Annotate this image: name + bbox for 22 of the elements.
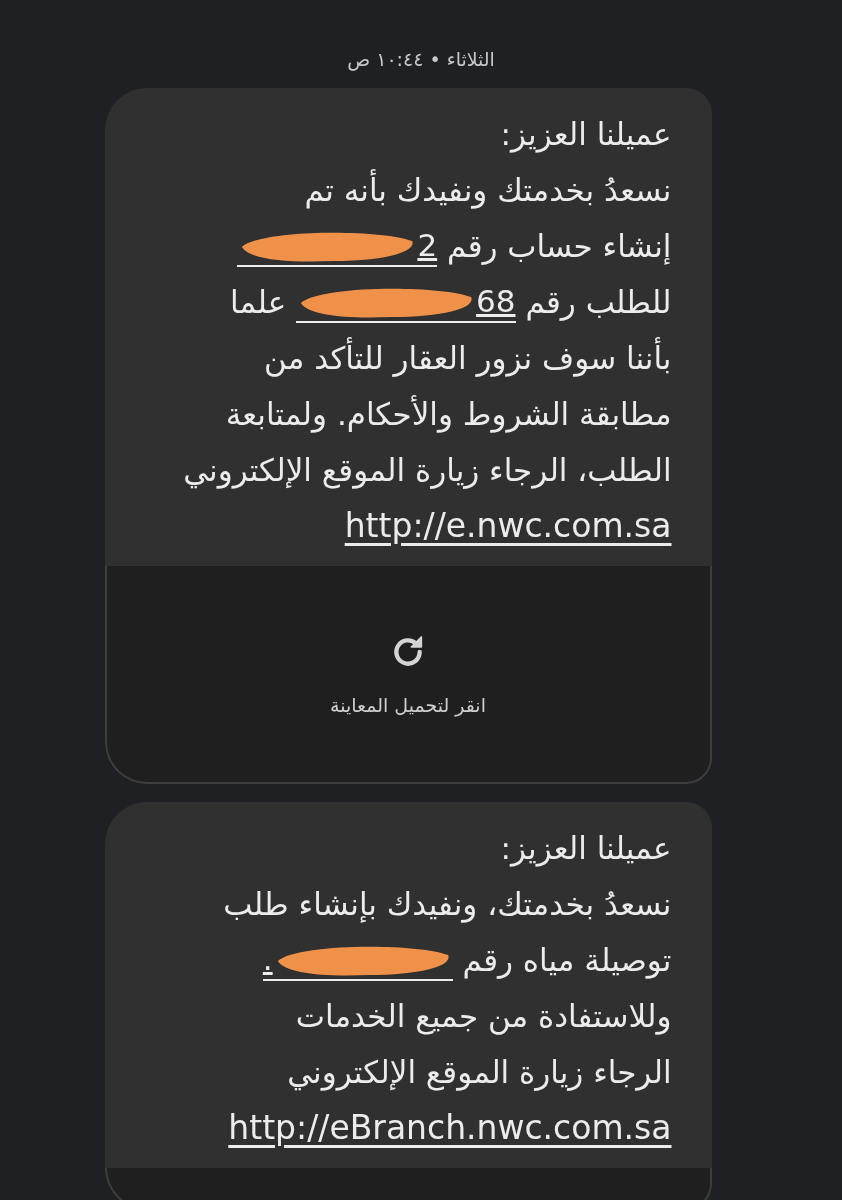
message-text: نسعدُ بخدمتك، ونفيدك بإنشاء طلب bbox=[223, 885, 672, 925]
message-timestamp: الثلاثاء • ١٠:٤٤ ص bbox=[347, 48, 495, 70]
preview-label: انقر لتحميل المعاينة bbox=[330, 694, 486, 716]
message-text: الطلب، الرجاء زيارة الموقع الإلكتروني bbox=[183, 451, 672, 491]
message-text: مطابقة الشروط والأحكام. ولمتابعة bbox=[225, 394, 672, 435]
message-text: وللاستفادة من جميع الخدمات bbox=[295, 997, 672, 1037]
message-text: الرجاء زيارة الموقع الإلكتروني bbox=[287, 1053, 672, 1093]
number-link[interactable]: 2 bbox=[237, 225, 438, 267]
message-text: للطلب رقم bbox=[524, 283, 672, 323]
link-preview[interactable] bbox=[104, 1168, 712, 1200]
message-text: إنشاء حساب رقم bbox=[446, 227, 672, 267]
website-link[interactable]: http://e.nwc.com.sa bbox=[344, 498, 672, 554]
message-text: نسعدُ بخدمتك ونفيدك بأنه تم bbox=[304, 162, 672, 218]
message-text: توصيلة مياه رقم bbox=[461, 941, 672, 981]
message-text: بأننا سوف نزور العقار للتأكد من bbox=[264, 330, 672, 386]
message-text: علما bbox=[230, 283, 288, 322]
message-text: عميلنا العزيز: bbox=[500, 829, 672, 869]
number-link[interactable]: . bbox=[262, 939, 453, 981]
number-link[interactable]: 68 bbox=[296, 281, 516, 323]
message-text: عميلنا العزيز: bbox=[500, 115, 672, 155]
website-link[interactable]: http://eBranch.nwc.com.sa bbox=[228, 1100, 672, 1156]
link-preview[interactable]: انقر لتحميل المعاينة bbox=[104, 566, 712, 784]
